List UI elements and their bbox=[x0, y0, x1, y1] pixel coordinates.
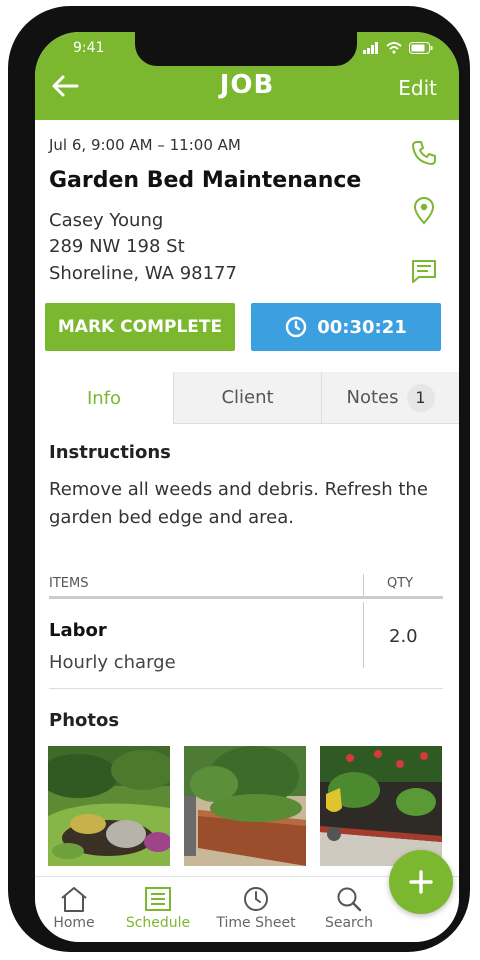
items-column-header: ITEMS bbox=[49, 576, 89, 591]
nav-time-sheet-label: Time Sheet bbox=[216, 915, 296, 931]
wifi-icon bbox=[386, 42, 402, 54]
job-name: Garden Bed Maintenance bbox=[49, 168, 362, 193]
notes-count-badge: 1 bbox=[406, 383, 435, 412]
instructions-heading: Instructions bbox=[49, 442, 171, 463]
nav-time-sheet[interactable]: Time Sheet bbox=[211, 885, 301, 931]
tab-info[interactable]: Info bbox=[35, 372, 173, 424]
nav-schedule-label: Schedule bbox=[125, 915, 191, 931]
column-divider bbox=[363, 574, 364, 598]
message-icon[interactable] bbox=[409, 256, 439, 286]
search-icon bbox=[337, 887, 362, 912]
item-qty: 2.0 bbox=[389, 626, 418, 647]
item-description: Hourly charge bbox=[49, 652, 176, 673]
tab-notes-label: Notes bbox=[346, 387, 399, 408]
clock-icon bbox=[244, 887, 268, 911]
tab-notes[interactable]: Notes 1 bbox=[321, 372, 459, 424]
home-icon bbox=[61, 887, 87, 912]
photo-thumbnail[interactable] bbox=[184, 746, 306, 866]
app-screen: 9:41 JOB Edit Jul 6, 9:00 AM – 11:00 AM … bbox=[35, 32, 459, 942]
status-icons bbox=[363, 42, 433, 54]
page-title: JOB bbox=[219, 70, 275, 100]
client-name: Casey Young bbox=[49, 210, 164, 231]
mark-complete-button[interactable]: MARK COMPLETE bbox=[45, 303, 235, 351]
battery-icon bbox=[409, 42, 433, 54]
nav-home[interactable]: Home bbox=[35, 885, 119, 931]
location-pin-icon[interactable] bbox=[409, 196, 439, 226]
job-summary-card: Jul 6, 9:00 AM – 11:00 AM Garden Bed Mai… bbox=[35, 120, 459, 372]
timer-icon bbox=[286, 316, 307, 338]
app-header: 9:41 JOB Edit bbox=[35, 32, 459, 120]
plus-icon bbox=[409, 870, 433, 894]
add-button[interactable] bbox=[389, 850, 453, 914]
address-line-2: Shoreline, WA 98177 bbox=[49, 263, 237, 284]
schedule-icon bbox=[145, 887, 171, 911]
nav-search[interactable]: Search bbox=[304, 885, 394, 931]
signal-icon bbox=[363, 42, 378, 54]
timer-button[interactable]: 00:30:21 bbox=[251, 303, 441, 351]
device-notch bbox=[135, 32, 357, 66]
address-line-1: 289 NW 198 St bbox=[49, 236, 185, 257]
timer-value: 00:30:21 bbox=[317, 316, 407, 338]
photo-thumbnail[interactable] bbox=[48, 746, 170, 866]
photos-heading: Photos bbox=[49, 710, 120, 731]
column-divider bbox=[363, 602, 364, 668]
status-time: 9:41 bbox=[73, 40, 105, 56]
table-header-divider bbox=[49, 596, 443, 599]
photo-thumbnail[interactable] bbox=[320, 746, 442, 866]
tab-client-label: Client bbox=[221, 387, 274, 408]
info-panel: Instructions Remove all weeds and debris… bbox=[35, 424, 459, 876]
instructions-text: Remove all weeds and debris. Refresh the… bbox=[49, 479, 428, 528]
item-name: Labor bbox=[49, 620, 107, 641]
nav-schedule[interactable]: Schedule bbox=[113, 885, 203, 931]
phone-frame: 9:41 JOB Edit Jul 6, 9:00 AM – 11:00 AM … bbox=[8, 6, 470, 952]
phone-icon[interactable] bbox=[409, 138, 439, 168]
table-bottom-divider bbox=[49, 688, 443, 689]
nav-search-label: Search bbox=[324, 915, 374, 931]
edit-button[interactable]: Edit bbox=[398, 76, 437, 100]
qty-column-header: QTY bbox=[387, 576, 414, 591]
tab-client[interactable]: Client bbox=[173, 372, 321, 424]
nav-home-label: Home bbox=[53, 915, 95, 931]
tab-info-label: Info bbox=[86, 387, 122, 409]
tab-bar: Info Client Notes 1 bbox=[35, 372, 459, 424]
job-datetime: Jul 6, 9:00 AM – 11:00 AM bbox=[49, 136, 241, 154]
